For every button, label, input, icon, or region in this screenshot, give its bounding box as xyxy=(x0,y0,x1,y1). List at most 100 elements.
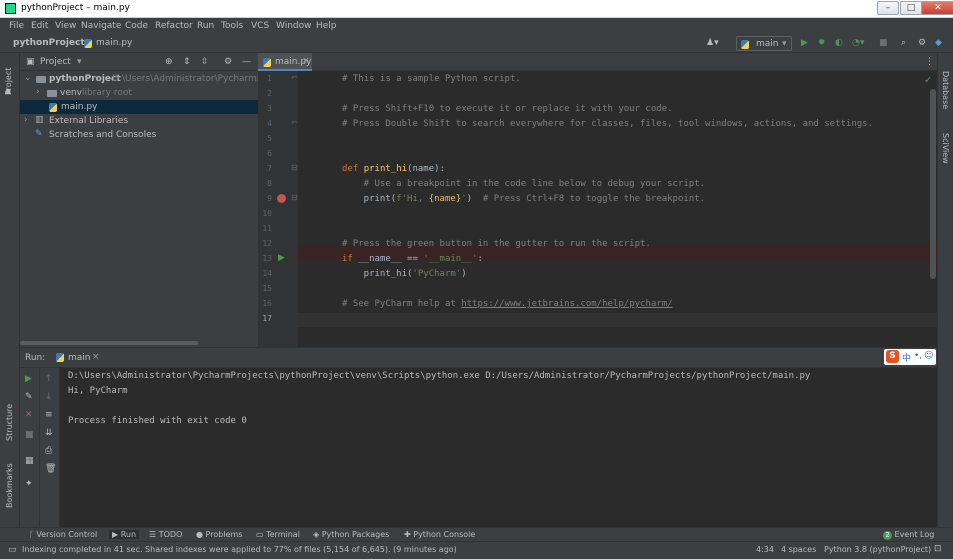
status-layout-icon[interactable]: ▭ xyxy=(8,545,17,555)
close-icon[interactable]: × xyxy=(302,56,310,66)
gear-icon[interactable]: ⚙ xyxy=(224,57,232,67)
menu-vcs[interactable]: VCS xyxy=(251,21,269,31)
stop-icon[interactable]: ✕ xyxy=(25,410,33,420)
search-icon[interactable]: ⌕ xyxy=(901,38,906,48)
fold-icon[interactable]: ⌐ xyxy=(291,118,298,127)
menu-view[interactable]: View xyxy=(55,21,76,31)
lock-icon[interactable]: ⊡ xyxy=(934,544,942,554)
menu-edit[interactable]: Edit xyxy=(31,21,48,31)
menu-file[interactable]: File xyxy=(9,21,24,31)
bottom-tool-bar: ᚴ Version Control ▶ Run ☰ TODO ● Problem… xyxy=(0,527,953,541)
tree-item-main-py[interactable]: main.py xyxy=(20,100,258,114)
tab-terminal[interactable]: ▭ Terminal xyxy=(256,530,300,539)
tab-version-control[interactable]: ᚴ Version Control xyxy=(29,530,97,539)
hide-icon[interactable]: — xyxy=(242,57,251,67)
menu-window[interactable]: Window xyxy=(276,21,312,31)
tab-problems[interactable]: ● Problems xyxy=(196,530,242,539)
run-config-selector[interactable]: main ▾ xyxy=(736,36,792,51)
packages-icon: ◈ xyxy=(313,530,322,539)
tree-item-external-libraries[interactable]: › ▥ External Libraries xyxy=(20,114,258,128)
wrench-icon[interactable]: ✎ xyxy=(25,392,33,402)
chevron-down-icon[interactable]: ⌄ xyxy=(24,73,32,83)
event-log-button[interactable]: 2 Event Log xyxy=(883,530,934,540)
breadcrumb-file[interactable]: main.py xyxy=(96,38,132,48)
stop-square-icon[interactable]: ■ xyxy=(25,430,34,440)
collapse-all-icon[interactable]: ⇳ xyxy=(201,57,209,67)
tab-run[interactable]: ▶ Run xyxy=(109,530,140,539)
expand-all-icon[interactable]: ⇕ xyxy=(183,57,191,67)
coverage-icon[interactable]: ◐ xyxy=(835,38,843,48)
scroll-to-end-icon[interactable]: ⇊ xyxy=(45,428,53,438)
chevron-right-icon[interactable]: › xyxy=(24,115,28,125)
run-icon[interactable]: ▶ xyxy=(801,38,808,48)
tree-item-venv[interactable]: › venv library root xyxy=(20,86,258,100)
python-file-icon xyxy=(263,58,271,67)
vertical-scrollbar[interactable] xyxy=(930,89,936,279)
ime-toolbar[interactable]: S 中 •, ☺ xyxy=(884,349,936,365)
maximize-button[interactable]: □ xyxy=(900,1,922,15)
line-number: 17 xyxy=(262,314,272,323)
run-tab-main[interactable]: main xyxy=(68,353,91,363)
bookmarks-tool-tab[interactable]: Bookmarks xyxy=(5,463,14,508)
pin-icon[interactable]: ✦ xyxy=(25,479,33,489)
tab-python-packages[interactable]: ◈ Python Packages xyxy=(313,530,389,539)
print-icon[interactable]: ⎙ xyxy=(45,446,52,456)
status-message[interactable]: Indexing completed in 41 sec. Shared ind… xyxy=(22,545,457,554)
tree-item-scratches[interactable]: ✎ Scratches and Consoles xyxy=(20,128,258,142)
code-area[interactable]: # This is a sample Python script. # Pres… xyxy=(300,71,937,347)
profile-icon[interactable]: ◔▾ xyxy=(852,38,864,48)
tab-main-py[interactable]: main.py × xyxy=(258,53,312,71)
minimize-button[interactable]: – xyxy=(877,1,899,15)
layout-icon[interactable]: ▦ xyxy=(25,456,34,466)
inspection-ok-icon[interactable]: ✓ xyxy=(924,75,932,86)
more-icon[interactable]: ⋮ xyxy=(925,57,934,67)
chevron-down-icon[interactable]: ▾ xyxy=(77,57,82,67)
interpreter-setting[interactable]: Python 3.8 (pythonProject) xyxy=(824,545,931,554)
tab-todo[interactable]: ☰ TODO xyxy=(149,530,182,539)
structure-tool-tab[interactable]: Structure xyxy=(5,404,14,441)
line-number: 15 xyxy=(262,284,272,293)
menu-code[interactable]: Code xyxy=(125,21,148,31)
plugin-icon[interactable]: ◆ xyxy=(935,38,942,48)
soft-wrap-icon[interactable]: ≡ xyxy=(45,410,53,420)
menu-help[interactable]: Help xyxy=(316,21,337,31)
menu-tools[interactable]: Tools xyxy=(221,21,243,31)
database-tool-tab[interactable]: Database xyxy=(941,71,950,109)
arrow-down-icon[interactable]: ↓ xyxy=(45,392,53,402)
project-panel: ▣ Project ▾ ⊕ ⇕ ⇳ ⚙ — ⌄ pythonProject D:… xyxy=(20,53,258,347)
breakpoint-icon[interactable] xyxy=(277,194,286,203)
sciview-tool-tab[interactable]: SciView xyxy=(941,133,950,164)
close-icon[interactable]: × xyxy=(92,352,100,362)
horizontal-scrollbar[interactable] xyxy=(20,341,198,345)
close-window-button[interactable]: ✕ xyxy=(921,1,953,15)
editor-tabs: main.py × ⋮ xyxy=(258,53,937,71)
menu-refactor[interactable]: Refactor xyxy=(155,21,193,31)
tab-python-console[interactable]: ✚ Python Console xyxy=(404,530,475,539)
chevron-right-icon[interactable]: › xyxy=(36,87,40,97)
menu-run[interactable]: Run xyxy=(197,21,214,31)
event-log-label: Event Log xyxy=(894,530,935,539)
folder-icon xyxy=(36,76,46,83)
run-gutter-icon[interactable]: ▶ xyxy=(278,253,285,263)
rerun-icon[interactable]: ▶ xyxy=(25,374,32,384)
project-panel-title[interactable]: Project xyxy=(40,57,71,67)
trash-icon[interactable]: 🗑 xyxy=(45,464,56,474)
stop-icon[interactable]: ■ xyxy=(879,38,888,48)
indent-setting[interactable]: 4 spaces xyxy=(781,545,816,554)
fold-icon[interactable]: ⌐ xyxy=(291,73,298,82)
debug-icon[interactable]: ✹ xyxy=(818,38,826,48)
tree-item-pythonproject[interactable]: ⌄ pythonProject D:\Users\Administrator\P… xyxy=(20,72,258,86)
tree-item-hint: library root xyxy=(82,88,132,98)
arrow-up-icon[interactable]: ↑ xyxy=(45,374,53,384)
gear-icon[interactable]: ⚙ xyxy=(918,38,926,48)
help-link[interactable]: https://www.jetbrains.com/help/pycharm/ xyxy=(461,299,672,309)
menu-bar: File Edit View Navigate Code Refactor Ru… xyxy=(0,18,953,35)
menu-navigate[interactable]: Navigate xyxy=(81,21,121,31)
fold-icon[interactable]: ⊟ xyxy=(291,193,298,202)
locate-icon[interactable]: ⊕ xyxy=(165,57,173,67)
fold-icon[interactable]: ⊟ xyxy=(291,163,298,172)
event-log-count: 2 xyxy=(883,531,892,540)
caret-position[interactable]: 4:34 xyxy=(756,545,774,554)
user-icon[interactable]: ♟▾ xyxy=(706,38,719,48)
breadcrumb-project[interactable]: pythonProject xyxy=(13,38,85,48)
